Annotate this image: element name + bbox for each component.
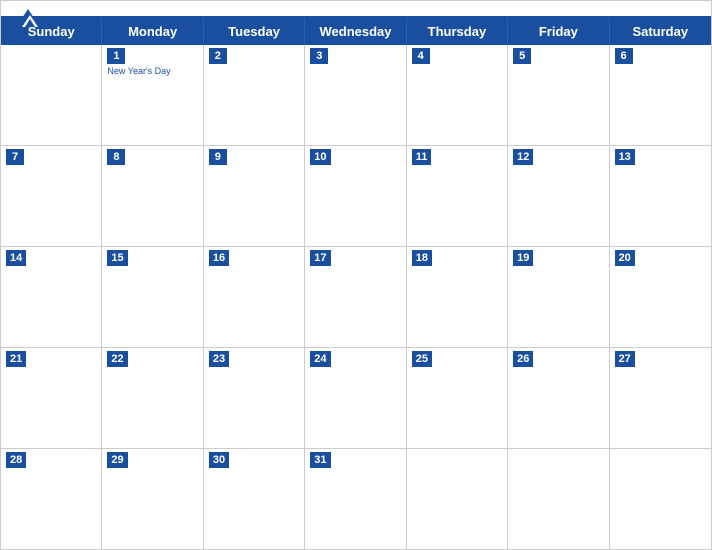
weeks: 1New Year's Day2345678910111213141516171… — [1, 45, 711, 549]
day-number: 16 — [209, 250, 229, 266]
calendar: Sunday Monday Tuesday Wednesday Thursday… — [0, 0, 712, 550]
day-cell: 14 — [1, 247, 102, 347]
day-number: 3 — [310, 48, 328, 64]
day-number: 30 — [209, 452, 229, 468]
week-row: 28 29 30 31 — [1, 449, 711, 549]
day-cell: 18 — [407, 247, 508, 347]
day-cell: 2 — [204, 45, 305, 145]
header-saturday: Saturday — [610, 18, 711, 45]
day-number: 2 — [209, 48, 227, 64]
header-thursday: Thursday — [407, 18, 508, 45]
logo — [16, 9, 44, 27]
day-cell: 4 — [407, 45, 508, 145]
day-cell — [610, 449, 711, 549]
day-number: 24 — [310, 351, 330, 367]
day-number: 14 — [6, 250, 26, 266]
day-cell: 11 — [407, 146, 508, 246]
day-number: 10 — [310, 149, 330, 165]
day-headers: Sunday Monday Tuesday Wednesday Thursday… — [1, 18, 711, 45]
day-number: 21 — [6, 351, 26, 367]
day-number: 8 — [107, 149, 125, 165]
day-number: 29 — [107, 452, 127, 468]
day-cell: 3 — [305, 45, 406, 145]
day-number: 17 — [310, 250, 330, 266]
day-cell: 20 — [610, 247, 711, 347]
day-cell — [508, 449, 609, 549]
day-number: 12 — [513, 149, 533, 165]
header-friday: Friday — [508, 18, 609, 45]
day-number: 11 — [412, 149, 432, 165]
logo-icon — [16, 9, 40, 27]
day-number: 26 — [513, 351, 533, 367]
day-number: 27 — [615, 351, 635, 367]
day-cell: 29 — [102, 449, 203, 549]
day-cell: 23 — [204, 348, 305, 448]
day-cell: 10 — [305, 146, 406, 246]
day-cell: 6 — [610, 45, 711, 145]
day-number: 31 — [310, 452, 330, 468]
day-number: 13 — [615, 149, 635, 165]
day-number: 1 — [107, 48, 125, 64]
holiday-text: New Year's Day — [107, 66, 197, 77]
week-row: 1 New Year's Day 2 3 4 5 6 — [1, 45, 711, 146]
calendar-grid: Sunday Monday Tuesday Wednesday Thursday… — [1, 16, 711, 549]
day-number: 6 — [615, 48, 633, 64]
day-number: 9 — [209, 149, 227, 165]
week-row: 14 15 16 17 18 19 20 — [1, 247, 711, 348]
day-cell: 12 — [508, 146, 609, 246]
day-number: 25 — [412, 351, 432, 367]
day-number: 5 — [513, 48, 531, 64]
day-number: 19 — [513, 250, 533, 266]
calendar-header — [1, 1, 711, 16]
day-cell: 25 — [407, 348, 508, 448]
day-cell — [1, 45, 102, 145]
day-number: 18 — [412, 250, 432, 266]
day-cell: 1 New Year's Day — [102, 45, 203, 145]
day-cell — [407, 449, 508, 549]
day-number: 23 — [209, 351, 229, 367]
header-tuesday: Tuesday — [204, 18, 305, 45]
day-cell: 9 — [204, 146, 305, 246]
day-cell: 27 — [610, 348, 711, 448]
day-number: 20 — [615, 250, 635, 266]
day-cell: 24 — [305, 348, 406, 448]
day-number: 4 — [412, 48, 430, 64]
day-cell: 16 — [204, 247, 305, 347]
day-cell: 5 — [508, 45, 609, 145]
day-number: 7 — [6, 149, 24, 165]
day-cell: 21 — [1, 348, 102, 448]
day-number: 22 — [107, 351, 127, 367]
day-cell: 31 — [305, 449, 406, 549]
day-cell: 30 — [204, 449, 305, 549]
week-row: 21 22 23 24 25 26 27 — [1, 348, 711, 449]
day-cell: 13 — [610, 146, 711, 246]
day-cell: 22 — [102, 348, 203, 448]
week-row: 7 8 9 10 11 12 13 — [1, 146, 711, 247]
day-cell: 17 — [305, 247, 406, 347]
day-cell: 7 — [1, 146, 102, 246]
day-cell: 26 — [508, 348, 609, 448]
header-wednesday: Wednesday — [305, 18, 406, 45]
day-number: 15 — [107, 250, 127, 266]
day-cell: 28 — [1, 449, 102, 549]
header-monday: Monday — [102, 18, 203, 45]
day-number: 28 — [6, 452, 26, 468]
day-cell: 8 — [102, 146, 203, 246]
day-cell: 15 — [102, 247, 203, 347]
day-cell: 19 — [508, 247, 609, 347]
